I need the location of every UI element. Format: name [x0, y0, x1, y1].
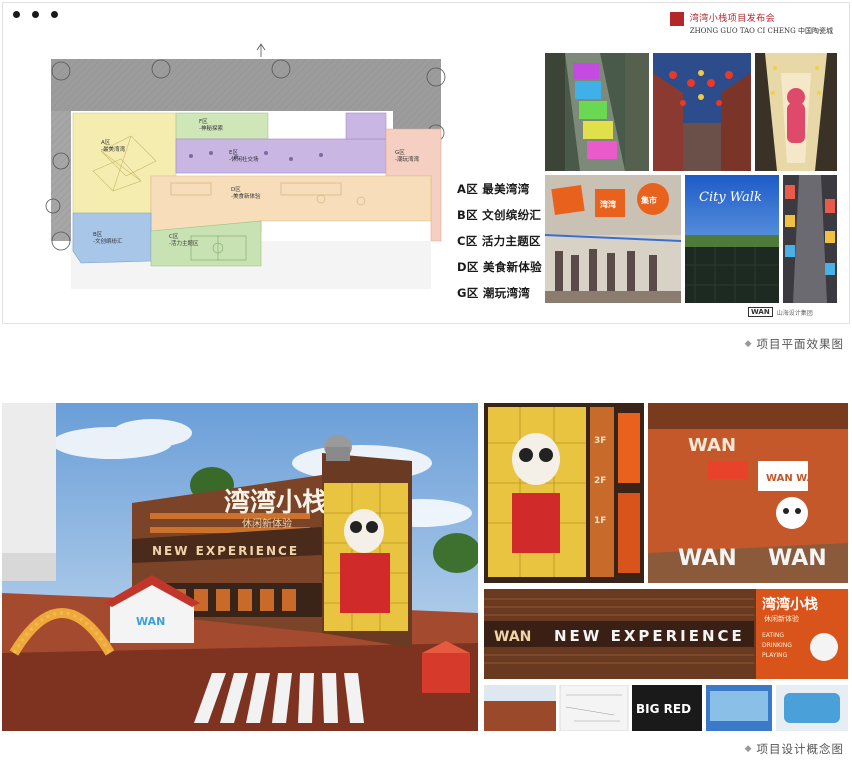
dot-icon — [32, 11, 39, 18]
lobby-wan-top: WAN — [688, 435, 736, 456]
zone-b — [72, 212, 152, 264]
legend-item: C区 活力主题区 — [457, 234, 541, 248]
designer-logo-text: 山海设计集团 — [776, 309, 813, 317]
plan-slide: 湾湾小栈项目发布会 ZHONG GUO TAO CI CHENG 中国陶瓷城 A… — [2, 2, 850, 324]
elevation-wan-mark: WAN — [494, 629, 531, 645]
designer-logo-mark: WAN — [748, 307, 773, 317]
market-sign-text: 湾湾 — [600, 199, 616, 209]
house-sign-text: WAN — [136, 615, 165, 628]
north-arrow-icon — [256, 43, 266, 57]
zone-legend: A区 最美湾湾 B区 文创缤纷汇 C区 活力主题区 D区 美食新体验 G区 潮玩… — [457, 181, 542, 301]
render-led-dog: 3F 2F 1F — [484, 403, 644, 583]
site-plan: A区 -最美湾湾 B区 -文创缤纷汇 C区 -活力主题区 D区 -美食新体验 E… — [45, 43, 446, 289]
diamond-icon: ◆ — [744, 339, 753, 349]
concept-caption-text: 项目设计概念图 — [756, 742, 844, 756]
photo-lantern-street — [653, 53, 751, 171]
thumb-big-red: BIG RED — [636, 702, 691, 716]
facade-band-text: NEW EXPERIENCE — [152, 544, 299, 558]
zone-d-label: D区 — [231, 186, 241, 193]
photo-night-street — [783, 175, 837, 303]
zone-b-sub: -文创缤纷汇 — [93, 237, 123, 245]
dot-icon — [51, 11, 58, 18]
floor-3f: 3F — [594, 436, 606, 446]
concept-caption: ◆ 项目设计概念图 — [745, 741, 844, 757]
brand-header: 湾湾小栈项目发布会 ZHONG GUO TAO CI CHENG 中国陶瓷城 — [669, 11, 833, 36]
floor-2f: 2F — [594, 476, 606, 486]
elevation-band-text: NEW EXPERIENCE — [554, 627, 745, 645]
city-walk-text: City Walk — [699, 190, 762, 205]
zone-e-label: E区 — [229, 149, 238, 156]
photo-bear-tunnel — [755, 53, 837, 171]
window-dots — [13, 11, 58, 18]
zone-c-label: C区 — [169, 233, 179, 240]
photo-colorful-street — [545, 53, 649, 171]
zone-g-label: G区 — [395, 149, 405, 156]
zone-a-label: A区 — [101, 139, 111, 146]
zone-e — [175, 138, 387, 174]
photo-market-signs: 湾湾 集市 — [545, 175, 681, 303]
elevation-board-drinking: DRINKING — [762, 642, 792, 649]
concept-rendering-grid: 3F 2F 1F WAN WAN WAN WAN WAN WAN NEW EXP… — [484, 403, 848, 731]
lobby-wanwan: WAN WAN — [766, 473, 823, 484]
zone-d-sub: -美食新体验 — [231, 192, 261, 200]
market-sign-text-2: 集市 — [640, 195, 657, 205]
lobby-wan-bottom-2: WAN — [768, 546, 827, 571]
zone-d — [150, 175, 432, 232]
diamond-icon: ◆ — [744, 744, 753, 754]
elevation-sign-main: 湾湾小栈 — [762, 596, 818, 613]
brand-title: 湾湾小栈项目发布会 — [689, 14, 776, 24]
legend-item: B区 文创缤纷汇 — [457, 208, 542, 222]
legend-item: D区 美食新体验 — [457, 260, 542, 274]
dot-icon — [13, 11, 20, 18]
zone-g-sub: -潮玩湾湾 — [395, 155, 419, 163]
render-facade-elevation: WAN NEW EXPERIENCE 湾湾小栈 休闲新体验 EATING DRI… — [484, 589, 848, 679]
render-wan-lobby: WAN WAN WAN WAN WAN — [648, 403, 848, 583]
legend-item: G区 潮玩湾湾 — [457, 286, 531, 300]
brand-seal-icon — [669, 12, 684, 26]
zone-e-sub: -休闲社交场 — [229, 155, 259, 163]
legend-item: A区 最美湾湾 — [457, 182, 530, 196]
zone-b-label: B区 — [93, 231, 103, 238]
elevation-board-eating: EATING — [762, 632, 784, 639]
floor-1f: 1F — [594, 516, 606, 526]
lobby-wan-bottom: WAN — [678, 546, 737, 571]
designer-logo: WAN 山海设计集团 — [748, 307, 813, 317]
concept-rendering-street: NEW EXPERIENCE 湾湾小栈 休闲新体验 WAN — [2, 403, 478, 731]
render-thumbnail-strip: BIG RED — [484, 685, 848, 731]
brand-subtitle: ZHONG GUO TAO CI CHENG 中国陶瓷城 — [689, 27, 833, 35]
photo-city-walk: City Walk — [685, 175, 779, 303]
zone-c-sub: -活力主题区 — [169, 239, 199, 247]
facade-sign-sub: 休闲新体验 — [242, 517, 292, 530]
elevation-board-playing: PLAYING — [762, 652, 788, 659]
facade-sign-main: 湾湾小栈 — [224, 487, 328, 518]
elevation-sign-sub: 休闲新体验 — [764, 614, 799, 623]
zone-f-sub: -神秘探索 — [199, 124, 223, 132]
zone-f-label: F区 — [199, 118, 208, 125]
reference-photo-collage: 湾湾 集市 City Walk — [545, 53, 837, 303]
plan-caption-text: 项目平面效果图 — [756, 337, 844, 351]
zone-a-sub: -最美湾湾 — [101, 145, 125, 153]
plan-caption: ◆ 项目平面效果图 — [745, 336, 844, 352]
